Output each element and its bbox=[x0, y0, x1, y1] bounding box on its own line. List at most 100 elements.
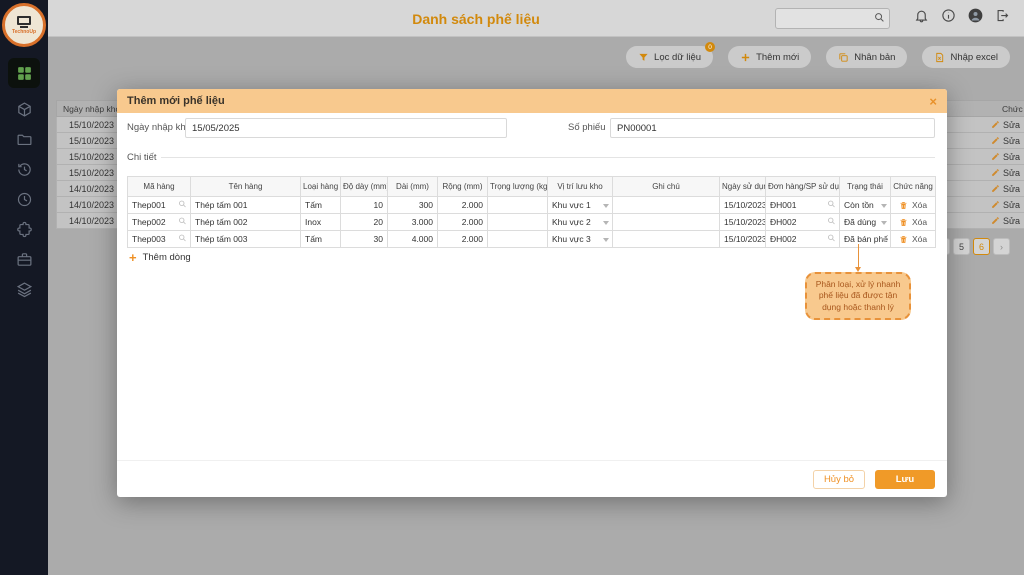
receipt-number-input[interactable] bbox=[610, 118, 935, 138]
cell-ghi_chu[interactable] bbox=[613, 231, 720, 248]
chevron-down-icon[interactable] bbox=[603, 234, 609, 244]
edit-button[interactable]: Sửa bbox=[991, 216, 1020, 226]
chevron-down-icon[interactable] bbox=[881, 217, 887, 227]
cell-value: Thep001 bbox=[132, 200, 166, 210]
chevron-down-icon[interactable] bbox=[603, 217, 609, 227]
edit-button[interactable]: Sửa bbox=[991, 168, 1020, 178]
cell-ghi_chu[interactable] bbox=[613, 197, 720, 214]
edit-label: Sửa bbox=[1003, 216, 1020, 226]
cell-ten_hang[interactable]: Thép tấm 003 bbox=[191, 231, 301, 248]
cell-ten_hang[interactable]: Thép tấm 002 bbox=[191, 214, 301, 231]
cell-rong[interactable]: 2.000 bbox=[438, 214, 488, 231]
cell-don_hang[interactable]: ĐH002 bbox=[766, 231, 840, 248]
list-row-actions: SửaXóa bbox=[938, 149, 1024, 165]
cell-dai[interactable]: 4.000 bbox=[388, 231, 438, 248]
search-icon[interactable] bbox=[178, 217, 187, 228]
search-icon[interactable] bbox=[178, 200, 187, 211]
edit-label: Sửa bbox=[1003, 120, 1020, 130]
cell-do_day[interactable]: 20 bbox=[341, 214, 388, 231]
cube-icon bbox=[16, 101, 33, 118]
cell-value: Inox bbox=[305, 217, 321, 227]
edit-button[interactable]: Sửa bbox=[991, 152, 1020, 162]
cell-trang_thai[interactable]: Đã bán phế liệu bbox=[840, 231, 891, 248]
chevron-down-icon[interactable] bbox=[881, 200, 887, 210]
search-icon[interactable] bbox=[874, 12, 885, 26]
cell-value: Tấm bbox=[305, 200, 322, 210]
toolbar-button-3[interactable]: Nhập excel bbox=[922, 46, 1010, 68]
cell-vi_tri[interactable]: Khu vực 3 bbox=[548, 231, 613, 248]
date-input[interactable] bbox=[185, 118, 507, 138]
sidebar-item-business[interactable] bbox=[8, 250, 40, 268]
app-logo[interactable]: TechnoUp bbox=[2, 3, 46, 47]
sidebar-item-products[interactable] bbox=[8, 100, 40, 118]
cell-ma_hang[interactable]: Thep001 bbox=[128, 197, 191, 214]
info-icon[interactable] bbox=[941, 8, 956, 23]
sidebar-item-documents[interactable] bbox=[8, 130, 40, 148]
cell-ma_hang[interactable]: Thep002 bbox=[128, 214, 191, 231]
edit-button[interactable]: Sửa bbox=[991, 120, 1020, 130]
search-icon[interactable] bbox=[827, 200, 836, 211]
cell-value: 4.000 bbox=[412, 234, 433, 244]
cell-don_hang[interactable]: ĐH001 bbox=[766, 197, 840, 214]
logout-icon[interactable] bbox=[995, 8, 1010, 23]
edit-button[interactable]: Sửa bbox=[991, 184, 1020, 194]
cell-rong[interactable]: 2.000 bbox=[438, 231, 488, 248]
toolbar-button-0[interactable]: Lọc dữ liệu0 bbox=[626, 46, 713, 68]
cell-ghi_chu[interactable] bbox=[613, 214, 720, 231]
chevron-down-icon[interactable] bbox=[881, 234, 887, 244]
cell-don_hang[interactable]: ĐH002 bbox=[766, 214, 840, 231]
chevron-down-icon[interactable] bbox=[603, 200, 609, 210]
row-delete-label: Xóa bbox=[912, 217, 927, 227]
row-delete-button[interactable]: Xóa bbox=[895, 200, 931, 210]
cell-do_day[interactable]: 10 bbox=[341, 197, 388, 214]
cell-trong_luong[interactable] bbox=[488, 197, 548, 214]
sidebar-item-extensions[interactable] bbox=[8, 220, 40, 238]
row-delete-button[interactable]: Xóa bbox=[895, 217, 931, 227]
edit-button[interactable]: Sửa bbox=[991, 200, 1020, 210]
cell-dai[interactable]: 300 bbox=[388, 197, 438, 214]
callout-connector bbox=[858, 244, 859, 268]
sidebar-item-dashboard[interactable] bbox=[8, 58, 40, 88]
cell-loai_hang[interactable]: Tấm bbox=[301, 197, 341, 214]
search-input[interactable] bbox=[776, 14, 874, 24]
global-search[interactable] bbox=[775, 8, 890, 29]
cell-value: 300 bbox=[419, 200, 433, 210]
cell-trang_thai[interactable]: Còn tồn bbox=[840, 197, 891, 214]
cell-trang_thai[interactable]: Đã dùng bbox=[840, 214, 891, 231]
cell-trong_luong[interactable] bbox=[488, 231, 548, 248]
page-6[interactable]: 6 bbox=[973, 238, 990, 255]
save-button[interactable]: Lưu bbox=[875, 470, 935, 489]
sidebar-item-history[interactable] bbox=[8, 160, 40, 178]
cell-vi_tri[interactable]: Khu vực 1 bbox=[548, 197, 613, 214]
close-icon[interactable]: × bbox=[929, 95, 937, 108]
cell-ngay_su_dung[interactable]: 15/10/2023 bbox=[720, 231, 766, 248]
bell-icon[interactable] bbox=[914, 8, 929, 23]
cell-dai[interactable]: 3.000 bbox=[388, 214, 438, 231]
cancel-button[interactable]: Hủy bỏ bbox=[813, 470, 865, 489]
cell-rong[interactable]: 2.000 bbox=[438, 197, 488, 214]
cell-loai_hang[interactable]: Inox bbox=[301, 214, 341, 231]
cell-ngay_su_dung[interactable]: 15/10/2023 bbox=[720, 197, 766, 214]
add-row-button[interactable]: + Thêm dòng bbox=[129, 251, 191, 264]
edit-button[interactable]: Sửa bbox=[991, 136, 1020, 146]
search-icon[interactable] bbox=[827, 234, 836, 245]
cell-value: 15/10/2023 bbox=[724, 234, 766, 244]
page-5[interactable]: 5 bbox=[953, 238, 970, 255]
cell-ngay_su_dung[interactable]: 15/10/2023 bbox=[720, 214, 766, 231]
modal-header: Thêm mới phế liệu × bbox=[117, 89, 947, 113]
sidebar-item-time[interactable] bbox=[8, 190, 40, 208]
next-page-button[interactable]: › bbox=[993, 238, 1010, 255]
sidebar-item-layers[interactable] bbox=[8, 280, 40, 298]
cell-ma_hang[interactable]: Thep003 bbox=[128, 231, 191, 248]
cell-do_day[interactable]: 30 bbox=[341, 231, 388, 248]
row-delete-button[interactable]: Xóa bbox=[895, 234, 931, 244]
search-icon[interactable] bbox=[178, 234, 187, 245]
avatar[interactable] bbox=[968, 8, 983, 23]
toolbar-button-1[interactable]: Thêm mới bbox=[728, 46, 811, 68]
toolbar-button-2[interactable]: Nhân bản bbox=[826, 46, 907, 68]
cell-loai_hang[interactable]: Tấm bbox=[301, 231, 341, 248]
cell-ten_hang[interactable]: Thép tấm 001 bbox=[191, 197, 301, 214]
cell-trong_luong[interactable] bbox=[488, 214, 548, 231]
cell-vi_tri[interactable]: Khu vực 2 bbox=[548, 214, 613, 231]
search-icon[interactable] bbox=[827, 217, 836, 228]
